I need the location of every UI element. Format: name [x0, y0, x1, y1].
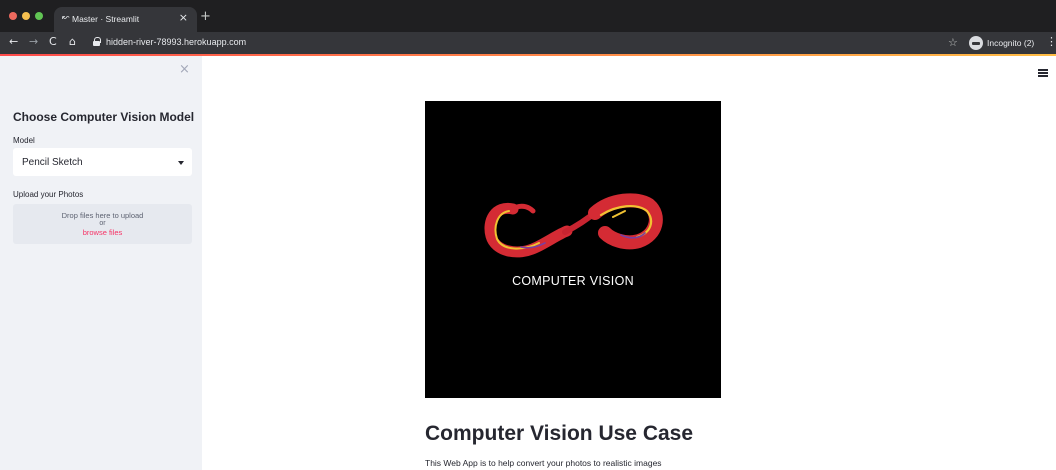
- tab-title: Master · Streamlit: [72, 14, 140, 24]
- sidebar: × Choose Computer Vision Model Model Pen…: [0, 56, 202, 470]
- lock-icon[interactable]: [93, 37, 101, 46]
- file-dropzone[interactable]: Drop files here to upload or browse file…: [13, 204, 192, 244]
- back-arrow-icon[interactable]: ←: [9, 35, 18, 48]
- window-close-button[interactable]: [9, 12, 17, 20]
- address-bar: ← → C ⌂ hidden-river-78993.herokuapp.com…: [0, 32, 1056, 54]
- url-text[interactable]: hidden-river-78993.herokuapp.com: [106, 37, 246, 47]
- incognito-icon[interactable]: [969, 36, 983, 50]
- model-select[interactable]: Pencil Sketch: [13, 148, 192, 176]
- streamlit-favicon-icon: ↜: [62, 13, 70, 23]
- reload-icon[interactable]: C: [49, 35, 57, 48]
- hero-caption: COMPUTER VISION: [512, 274, 634, 288]
- window-maximize-button[interactable]: [35, 12, 43, 20]
- forward-arrow-icon[interactable]: →: [29, 35, 38, 48]
- browser-menu-icon[interactable]: ⋮: [1046, 35, 1056, 48]
- browse-files-link[interactable]: browse files: [13, 228, 192, 237]
- incognito-label[interactable]: Incognito (2): [987, 38, 1034, 48]
- dropzone-or: or: [99, 220, 106, 227]
- window-minimize-button[interactable]: [22, 12, 30, 20]
- model-label: Model: [13, 136, 35, 145]
- home-icon[interactable]: ⌂: [69, 35, 76, 48]
- page-description: This Web App is to help convert your pho…: [425, 458, 662, 468]
- sidebar-close-icon[interactable]: ×: [179, 62, 190, 77]
- upload-label: Upload your Photos: [13, 190, 84, 199]
- hamburger-menu-icon[interactable]: [1038, 69, 1048, 77]
- model-select-value: Pencil Sketch: [22, 157, 83, 168]
- chevron-down-icon: [178, 161, 184, 165]
- page-title: Computer Vision Use Case: [425, 422, 694, 445]
- browser-tab-bar: ↜ Master · Streamlit × +: [0, 0, 1056, 32]
- tab-close-icon[interactable]: ×: [179, 11, 188, 24]
- computer-vision-logo-image: COMPUTER VISION: [425, 101, 721, 398]
- new-tab-icon[interactable]: +: [200, 9, 211, 24]
- bookmark-star-icon[interactable]: ☆: [948, 36, 958, 49]
- sidebar-heading: Choose Computer Vision Model: [13, 110, 195, 124]
- infinity-brush-icon: [484, 193, 663, 258]
- dropzone-text: Drop files here to upload: [61, 211, 144, 220]
- browser-tab[interactable]: ↜ Master · Streamlit ×: [54, 7, 197, 32]
